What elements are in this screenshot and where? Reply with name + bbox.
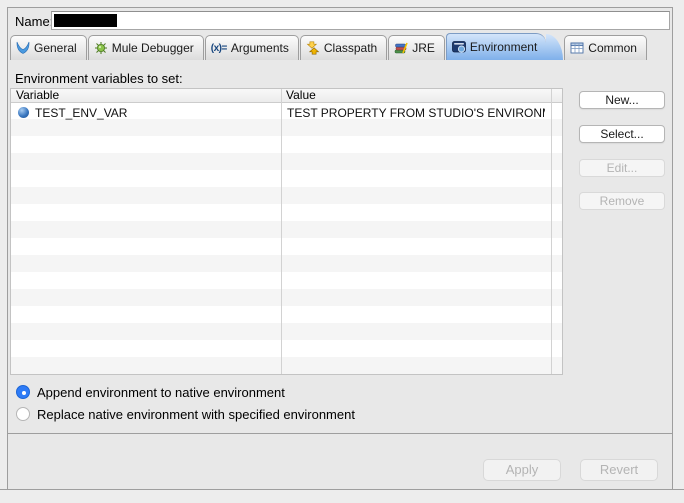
tab-label: Arguments <box>231 41 289 55</box>
column-divider <box>281 89 282 374</box>
column-divider <box>551 89 552 374</box>
tab-label: JRE <box>412 41 435 55</box>
edit-button[interactable]: Edit... <box>579 159 665 177</box>
launch-config-panel: Name: General Mule Debugger (x)= Argumen… <box>7 7 673 489</box>
radio-label: Append environment to native environment <box>37 385 285 400</box>
window-bottom-divider <box>0 489 684 490</box>
jre-icon <box>394 41 408 55</box>
new-button[interactable]: New... <box>579 91 665 109</box>
radio-selected-icon[interactable] <box>16 385 30 399</box>
column-header-value[interactable]: Value <box>281 89 551 102</box>
environment-icon <box>452 40 466 54</box>
variable-cell: TEST_ENV_VAR <box>35 106 127 120</box>
radio-unselected-icon[interactable] <box>16 407 30 421</box>
tab-label: Mule Debugger <box>112 41 194 55</box>
column-header-variable[interactable]: Variable <box>11 89 281 102</box>
blue-sphere-icon <box>18 107 29 118</box>
table-header: Variable Value <box>11 89 562 103</box>
radio-replace-environment[interactable]: Replace native environment with specifie… <box>16 406 355 422</box>
common-icon <box>570 41 584 55</box>
env-variables-table[interactable]: Variable Value TEST_ENV_VAR TEST PROPERT… <box>10 88 563 375</box>
tab-environment[interactable]: Environment <box>446 33 546 60</box>
tab-label: Environment <box>470 40 537 54</box>
select-button[interactable]: Select... <box>579 125 665 143</box>
tab-general[interactable]: General <box>10 35 87 60</box>
revert-button[interactable]: Revert <box>580 459 658 481</box>
mule-general-icon <box>16 41 30 55</box>
name-input[interactable] <box>51 11 670 30</box>
column-header-filler <box>551 89 562 102</box>
tab-arguments[interactable]: (x)= Arguments <box>205 35 299 60</box>
tab-label: Common <box>588 41 637 55</box>
tab-label: Classpath <box>324 41 377 55</box>
tab-jre[interactable]: JRE <box>388 35 445 60</box>
bug-icon <box>94 41 108 55</box>
value-cell: TEST PROPERTY FROM STUDIO'S ENVIRONM... <box>287 106 545 120</box>
tab-common[interactable]: Common <box>564 35 647 60</box>
section-label: Environment variables to set: <box>15 71 183 86</box>
tab-label: General <box>34 41 77 55</box>
arguments-icon: (x)= <box>211 43 227 54</box>
apply-button[interactable]: Apply <box>483 459 561 481</box>
table-row[interactable]: TEST_ENV_VAR TEST PROPERTY FROM STUDIO'S… <box>11 104 562 121</box>
classpath-icon <box>306 41 320 55</box>
environment-tab-content: Environment variables to set: Variable V… <box>8 60 672 434</box>
tab-classpath[interactable]: Classpath <box>300 35 387 60</box>
radio-append-environment[interactable]: Append environment to native environment <box>16 384 285 400</box>
radio-label: Replace native environment with specifie… <box>37 407 355 422</box>
redacted-name-value <box>54 14 117 27</box>
tab-mule-debugger[interactable]: Mule Debugger <box>88 35 204 60</box>
name-label: Name: <box>15 14 53 29</box>
remove-button[interactable]: Remove <box>579 192 665 210</box>
tab-bar: General Mule Debugger (x)= Arguments Cla… <box>10 34 670 60</box>
